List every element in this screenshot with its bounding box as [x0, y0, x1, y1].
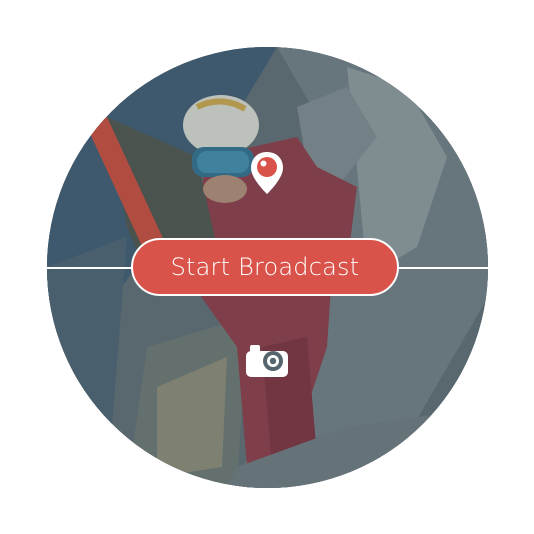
divider-left	[47, 267, 135, 269]
app-screen: Start Broadcast	[0, 0, 534, 534]
start-broadcast-button[interactable]: Start Broadcast	[131, 238, 399, 296]
divider-right	[399, 267, 488, 269]
camera-switch-icon[interactable]	[244, 344, 290, 378]
periscope-pin-icon	[251, 152, 283, 194]
